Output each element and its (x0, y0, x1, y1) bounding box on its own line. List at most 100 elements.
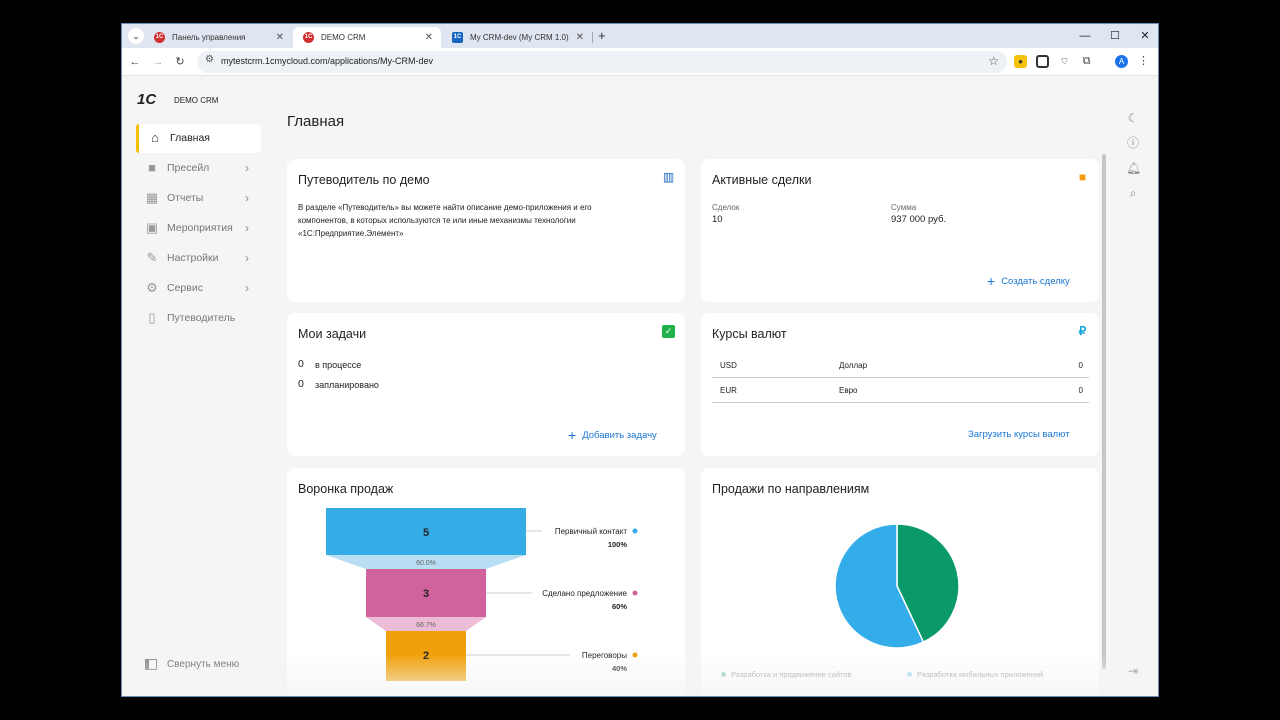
sidebar-item-service[interactable]: ⚙ Сервис › (136, 274, 261, 303)
close-tab-icon[interactable]: ✕ (576, 27, 584, 48)
menu-kebab-icon[interactable]: ⋮ (1137, 55, 1150, 68)
sidebar-item-events[interactable]: ▣ Мероприятия › (136, 214, 261, 243)
funnel-stage-value: 3 (423, 588, 429, 600)
1c-logo: 1С (137, 91, 157, 108)
tab-title: My CRM-dev (My CRM 1.0) (470, 33, 569, 42)
funnel-stage-label: Переговоры (582, 651, 627, 660)
sidebar-item-label: Отчеты (167, 192, 204, 204)
sidebar-item-guide[interactable]: ▯ Путеводитель (136, 304, 261, 333)
create-deal-button[interactable]: + Создать сделку (987, 273, 1070, 289)
chevron-right-icon: › (245, 281, 249, 295)
info-icon[interactable]: ⓘ (1126, 136, 1140, 150)
legend-dot (907, 672, 912, 677)
legend-dot (632, 652, 638, 658)
sidebar-item-label: Пресейл (167, 162, 210, 174)
legend-item-mobile[interactable]: Разработка мобильных приложений (907, 670, 1043, 679)
1c-favicon-icon: 1C (154, 32, 165, 43)
my-tasks-card: Мои задачи ✓ 0 в процессе 0 запланирован… (287, 313, 685, 456)
url-text[interactable]: mytestcrm.1cmycloud.com/applications/My-… (221, 56, 433, 66)
logout-icon[interactable]: ⇥ (1126, 664, 1140, 678)
funnel-stage-label: Первичный контакт (555, 527, 627, 536)
sales-by-direction-card: Продажи по направлениям (701, 468, 1099, 696)
scrollbar[interactable] (1102, 154, 1106, 669)
close-tab-icon[interactable]: ✕ (425, 27, 433, 48)
deals-count-value: 10 (712, 214, 723, 225)
briefcase-icon[interactable]: ■ (1076, 171, 1089, 184)
funnel-stage-label: Сделано предложение (542, 589, 627, 598)
book-icon: ▯ (148, 310, 156, 325)
chevron-right-icon: › (245, 251, 249, 265)
sidebar-item-label: Путеводитель (167, 312, 236, 324)
chevron-right-icon: › (245, 161, 249, 175)
tab-my-crm-dev[interactable]: 1C My CRM-dev (My CRM 1.0) ✕ (442, 27, 593, 48)
funnel-stage-pct: 40% (612, 664, 627, 673)
deals-sum-value: 937 000 руб. (891, 214, 947, 225)
deals-count-label: Сделок (712, 203, 740, 212)
sales-pie-chart (834, 523, 960, 649)
sidebar-collapse-icon (145, 659, 157, 670)
sales-funnel-card: Воронка продаж 5 60.0% Первичный контакт… (287, 468, 685, 696)
dark-mode-moon-icon[interactable]: ☾ (1126, 111, 1140, 125)
search-icon[interactable]: ⌕ (1126, 186, 1140, 200)
funnel-stage-3[interactable]: 2 Переговоры 40% (386, 631, 638, 681)
sidebar-item-reports[interactable]: ▦ Отчеты › (136, 184, 261, 213)
funnel-stage-pct: 60% (612, 602, 627, 611)
shield-extension-icon[interactable]: ⛉ (1058, 55, 1071, 68)
collapse-menu-label: Свернуть меню (167, 659, 240, 670)
funnel-chart: 5 60.0% Первичный контакт 100% 3 66.7% С… (326, 508, 638, 681)
extension-icon[interactable] (1036, 55, 1049, 68)
funnel-stage-value: 5 (423, 527, 429, 539)
plus-icon: + (568, 427, 577, 443)
close-tab-icon[interactable]: ✕ (276, 27, 284, 48)
new-tab-icon[interactable]: + (598, 28, 606, 44)
card-title: Путеводитель по демо (298, 173, 430, 187)
ruble-icon[interactable]: ₽ (1076, 325, 1089, 338)
legend-dot (721, 672, 726, 677)
tab-demo-crm[interactable]: 1C DEMO CRM ✕ (293, 27, 441, 48)
sidebar-item-label: Мероприятия (167, 222, 233, 234)
extension-icon[interactable]: ● (1014, 55, 1027, 68)
chevron-right-icon: › (245, 221, 249, 235)
back-icon[interactable]: ← (127, 54, 143, 70)
forward-icon[interactable]: → (150, 54, 166, 70)
funnel-stage-value: 2 (423, 650, 429, 662)
bookmark-star-icon[interactable]: ☆ (988, 54, 999, 68)
legend-item-websites[interactable]: Разработка и продвижение сайтов (721, 670, 852, 679)
browser-toolbar: ← → ↻ ⚙ mytestcrm.1cmycloud.com/applicat… (122, 48, 1158, 76)
edit-icon: ✎ (146, 250, 158, 265)
extensions-puzzle-icon[interactable]: ⧉ (1080, 55, 1093, 68)
currency-rates-card: Курсы валют ₽ USD Доллар 0 EUR Евро 0 За… (701, 313, 1099, 456)
calendar-icon: ▣ (145, 220, 159, 235)
load-rates-button[interactable]: Загрузить курсы валют (968, 429, 1069, 440)
home-icon: ⌂ (151, 130, 159, 145)
funnel-stage-1[interactable]: 5 60.0% Первичный контакт 100% (326, 508, 638, 569)
minimize-icon[interactable]: — (1070, 24, 1100, 48)
collapse-menu-button[interactable]: Свернуть меню (145, 659, 239, 670)
tab-search-icon[interactable]: ⌄ (128, 28, 144, 44)
funnel-stage-pct: 100% (608, 540, 628, 549)
card-title: Мои задачи (298, 327, 367, 341)
maximize-icon[interactable]: ☐ (1100, 24, 1130, 48)
funnel-stage-2[interactable]: 3 66.7% Сделано предложение 60% (366, 569, 638, 631)
1c-favicon-icon: 1C (303, 32, 314, 43)
tab-control-panel[interactable]: 1C Панель управления ✕ (144, 27, 292, 48)
site-info-icon[interactable]: ⚙ (205, 54, 214, 65)
reload-icon[interactable]: ↻ (172, 54, 188, 70)
book-open-icon[interactable]: ▥ (662, 171, 675, 184)
checkbox-checked-icon[interactable]: ✓ (662, 325, 675, 338)
bell-icon[interactable]: 🔔︎ (1126, 161, 1141, 175)
table-row: USD Доллар 0 (712, 353, 1089, 378)
add-task-button[interactable]: + Добавить задачу (568, 427, 657, 443)
sidebar-item-home[interactable]: ⌂ Главная (136, 124, 261, 153)
address-bar[interactable]: ⚙ mytestcrm.1cmycloud.com/applications/M… (197, 51, 1007, 73)
sidebar-item-presale[interactable]: ■ Пресейл › (136, 154, 261, 183)
guide-card: Путеводитель по демо ▥ В разделе «Путево… (287, 159, 685, 302)
legend-dot (632, 590, 638, 596)
close-window-icon[interactable]: ✕ (1130, 24, 1158, 48)
deals-sum-label: Сумма (891, 203, 917, 212)
plus-icon: + (987, 273, 996, 289)
profile-avatar[interactable]: A (1115, 55, 1128, 68)
sidebar-item-label: Главная (170, 132, 210, 144)
sidebar-item-settings[interactable]: ✎ Настройки › (136, 244, 261, 273)
briefcase-icon: ■ (148, 160, 156, 175)
